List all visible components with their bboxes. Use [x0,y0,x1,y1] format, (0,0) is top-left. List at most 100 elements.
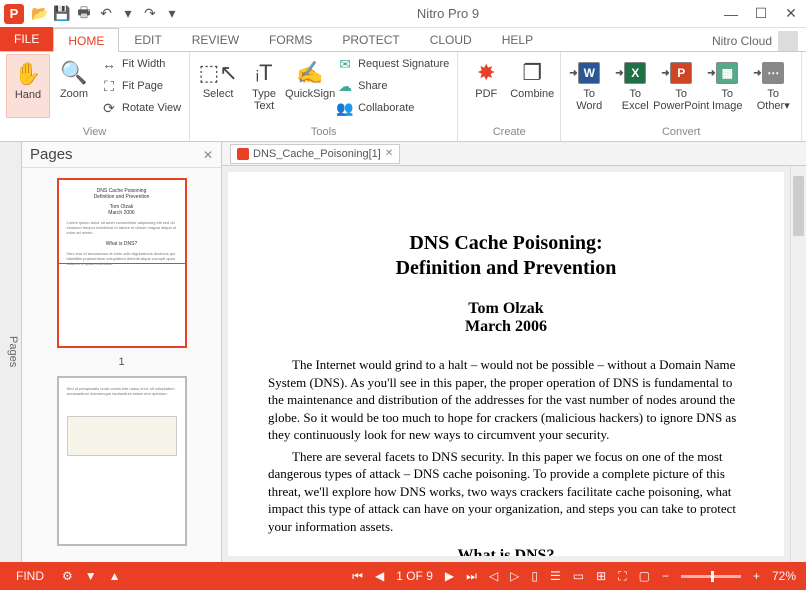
tab-help[interactable]: HELP [487,27,548,51]
doc-paragraph: The Internet would grind to a halt – wou… [268,356,744,444]
to-powerpoint-button[interactable]: PTo PowerPoint [659,54,703,116]
view-facing-cont-icon[interactable]: ⊞ [596,569,606,583]
undo-dropdown-icon[interactable]: ▾ [120,6,136,22]
excel-icon: X [624,58,646,88]
tab-edit[interactable]: EDIT [119,27,176,51]
select-icon: ⬚↖ [198,58,237,88]
to-other-button[interactable]: ⋯To Other▾ [751,54,795,116]
tab-home[interactable]: HOME [53,28,119,52]
fit-page-button[interactable]: ⛶Fit Page [98,76,183,96]
type-text-icon: ᵢT [256,58,273,88]
maximize-button[interactable]: ☐ [746,2,776,26]
hand-label: Hand [15,89,41,101]
prev-page-icon[interactable]: ◀ [375,569,384,583]
page-indicator[interactable]: 1 OF 9 [396,569,433,583]
tab-protect[interactable]: PROTECT [327,27,414,51]
page-thumbnail[interactable]: Sed ut perspiciatis unde omnis iste natu… [57,376,187,546]
combine-button[interactable]: ❐Combine [510,54,554,104]
view-rotate-icon[interactable]: ▢ [639,569,650,583]
to-image-button[interactable]: ▦To Image [705,54,749,116]
zoom-slider-knob[interactable] [711,571,714,582]
pages-panel-close-icon[interactable]: ✕ [203,148,213,162]
document-tab[interactable]: DNS_Cache_Poisoning[1] ✕ [230,144,400,164]
find-button[interactable]: FIND [10,569,50,583]
request-signature-label: Request Signature [358,58,449,70]
pdf-icon: ✸ [477,58,495,88]
pdf-button[interactable]: ✸PDF [464,54,508,104]
ribbon-group-convert: WTo Word XTo Excel PTo PowerPoint ▦To Im… [561,52,802,141]
nitro-cloud-link[interactable]: Nitro Cloud [704,31,806,51]
other-icon: ⋯ [762,58,784,88]
first-page-icon[interactable]: ⏮ [352,569,363,584]
tab-review[interactable]: REVIEW [177,27,254,51]
thumbnails-list[interactable]: DNS Cache PoisoningDefinition and Preven… [22,168,221,562]
redo-dropdown-icon[interactable]: ▾ [164,6,180,22]
to-excel-button[interactable]: XTo Excel [613,54,657,116]
zoom-slider[interactable] [681,575,741,578]
group-label-tools: Tools [196,124,451,141]
nav-up-icon[interactable]: ▲ [109,569,121,583]
pdf-label: PDF [475,88,497,100]
back-icon[interactable]: ◁ [489,569,498,583]
quicksign-button[interactable]: ✍QuickSign [288,54,332,118]
hand-button[interactable]: ✋ Hand [6,54,50,118]
next-page-icon[interactable]: ▶ [445,569,454,583]
zoom-out-icon[interactable]: − [662,569,669,583]
scrollbar-thumb[interactable] [793,176,804,236]
settings-gear-icon[interactable]: ⚙ [62,569,73,583]
combine-label: Combine [510,88,554,100]
zoom-value[interactable]: 72% [772,569,796,583]
fit-page-label: Fit Page [122,80,163,92]
view-fullscreen-icon[interactable]: ⛶ [618,569,626,584]
document-page[interactable]: DNS Cache Poisoning: Definition and Prev… [228,172,784,556]
last-page-icon[interactable]: ⏭ [466,569,477,584]
undo-icon[interactable]: ↶ [98,6,114,22]
collaborate-button[interactable]: 👥Collaborate [334,98,451,118]
type-text-label: Type Text [252,88,276,112]
page-thumbnail[interactable]: DNS Cache PoisoningDefinition and Preven… [57,178,187,348]
document-tab-close-icon[interactable]: ✕ [385,148,393,159]
tab-forms[interactable]: FORMS [254,27,327,51]
redo-icon[interactable]: ↷ [142,6,158,22]
hand-icon: ✋ [14,59,41,89]
view-single-icon[interactable]: ▯ [531,569,538,583]
pages-panel: Pages ✕ DNS Cache PoisoningDefinition an… [22,142,222,562]
to-word-button[interactable]: WTo Word [567,54,611,116]
pages-side-tab[interactable]: Pages [0,142,22,562]
share-button[interactable]: ☁Share [334,76,451,96]
doc-paragraph: There are several facets to DNS security… [268,448,744,536]
powerpoint-icon: P [670,58,692,88]
view-facing-icon[interactable]: ▭ [573,569,584,583]
status-bar: FIND ⚙ ▼ ▲ ⏮ ◀ 1 OF 9 ▶ ⏭ ◁ ▷ ▯ ☰ ▭ ⊞ ⛶ … [0,562,806,590]
zoom-in-icon[interactable]: + [753,569,760,583]
rotate-view-button[interactable]: ⟳Rotate View [98,98,183,118]
tab-cloud[interactable]: CLOUD [415,27,487,51]
tab-file[interactable]: FILE [0,27,53,51]
image-icon: ▦ [716,58,738,88]
document-tab-bar: DNS_Cache_Poisoning[1] ✕ [222,142,806,166]
ribbon: ✋ Hand 🔍 Zoom ↔Fit Width ⛶Fit Page ⟳Rota… [0,52,806,142]
ribbon-group-tools: ⬚↖Select ᵢTType Text ✍QuickSign ✉ Request… [190,52,458,141]
doc-title-2: Definition and Prevention [268,257,744,280]
select-button[interactable]: ⬚↖Select [196,54,240,118]
vertical-scrollbar[interactable] [790,166,806,562]
forward-icon[interactable]: ▷ [510,569,519,583]
view-continuous-icon[interactable]: ☰ [550,569,561,583]
open-icon[interactable]: 📂 [32,6,48,22]
save-icon[interactable]: 💾 [54,6,70,22]
close-button[interactable]: ✕ [776,2,806,26]
type-text-button[interactable]: ᵢTType Text [242,54,286,118]
zoom-icon: 🔍 [60,58,87,88]
fit-width-button[interactable]: ↔Fit Width [98,54,183,74]
signature-icon: ✉ [336,55,354,73]
zoom-button[interactable]: 🔍 Zoom [52,54,96,118]
nav-down-icon[interactable]: ▼ [85,569,97,583]
request-signature-button[interactable]: ✉ Request Signature [334,54,451,74]
title-bar: P 📂 💾 🖶 ↶ ▾ ↷ ▾ Nitro Pro 9 — ☐ ✕ [0,0,806,28]
select-label: Select [203,88,234,100]
pdf-file-icon [237,148,249,160]
zoom-label: Zoom [60,88,88,100]
group-label-view: View [6,124,183,141]
print-icon[interactable]: 🖶 [76,6,92,22]
minimize-button[interactable]: — [716,2,746,26]
